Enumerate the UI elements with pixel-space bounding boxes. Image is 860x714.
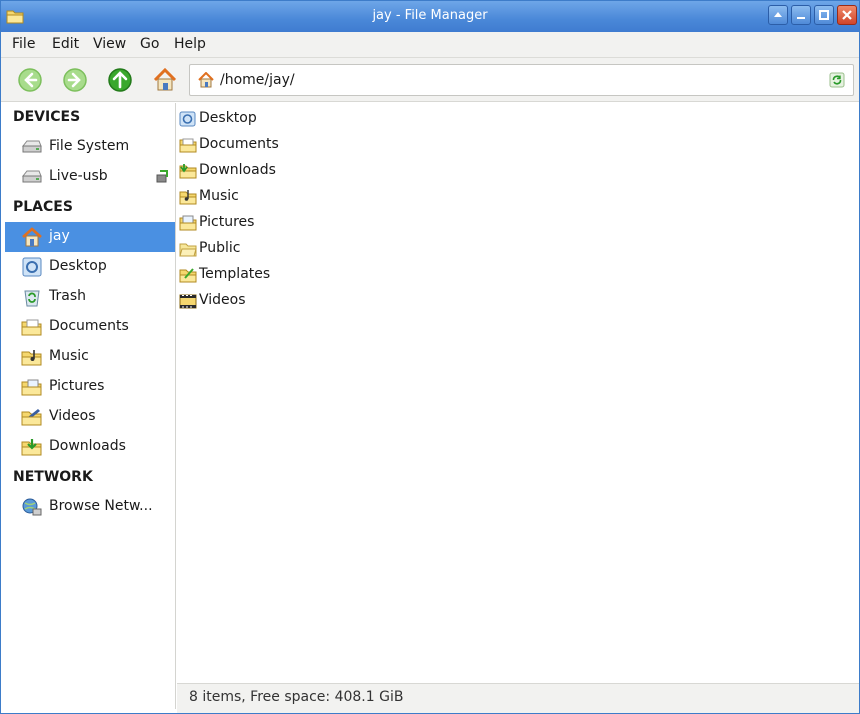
desktop-icon — [179, 111, 196, 127]
sidebar-item-label: jay — [49, 228, 70, 244]
network-header: NETWORK — [13, 469, 93, 485]
sidebar: DEVICES File System Live-usb PLACES jay … — [5, 103, 176, 709]
up-button[interactable] — [107, 67, 133, 93]
file-item-templates[interactable]: Templates — [177, 262, 477, 288]
minimize-button[interactable] — [791, 5, 811, 25]
network-icon — [22, 498, 42, 516]
file-item-label: Music — [199, 188, 239, 204]
status-bar: 8 items, Free space: 408.1 GiB — [177, 683, 859, 713]
arrow-up-icon — [108, 68, 132, 92]
file-item-label: Public — [199, 240, 241, 256]
sidebar-item-label: Trash — [49, 288, 86, 304]
sidebar-item-label: Music — [49, 348, 89, 364]
sidebar-item-label: Pictures — [49, 378, 105, 394]
back-button[interactable] — [17, 67, 43, 93]
toolbar — [1, 58, 859, 102]
documents-folder-icon — [179, 138, 197, 153]
sidebar-item-label: Documents — [49, 318, 129, 334]
file-item-documents[interactable]: Documents — [177, 132, 477, 158]
file-item-label: Downloads — [199, 162, 276, 178]
file-item-music[interactable]: Music — [177, 184, 477, 210]
file-item-public[interactable]: Public — [177, 236, 477, 262]
sidebar-item-label: Videos — [49, 408, 96, 424]
unmount-icon[interactable] — [155, 169, 169, 184]
file-item-downloads[interactable]: Downloads — [177, 158, 477, 184]
places-header: PLACES — [13, 199, 73, 215]
trash-icon — [24, 290, 40, 307]
home-icon — [22, 227, 42, 247]
devices-header: DEVICES — [13, 109, 81, 125]
sidebar-item-browse-network[interactable]: Browse Netw... — [5, 492, 175, 522]
menu-help[interactable]: Help — [174, 36, 206, 52]
sidebar-item-label: File System — [49, 138, 130, 154]
sidebar-item-file-system[interactable]: File System — [5, 132, 175, 162]
sidebar-item-downloads[interactable]: Downloads — [5, 432, 175, 462]
file-item-desktop[interactable]: Desktop — [177, 106, 477, 132]
window-title: jay - File Manager — [372, 8, 488, 23]
maximize-button[interactable] — [814, 5, 834, 25]
sidebar-item-pictures[interactable]: Pictures — [5, 372, 175, 402]
menu-go[interactable]: Go — [140, 36, 159, 52]
file-item-label: Documents — [199, 136, 279, 152]
title-bar[interactable]: jay - File Manager — [1, 1, 859, 32]
sidebar-item-label: Desktop — [49, 258, 107, 274]
menu-edit[interactable]: Edit — [52, 36, 79, 52]
home-icon — [198, 72, 214, 88]
home-icon — [153, 67, 177, 91]
sidebar-item-music[interactable]: Music — [5, 342, 175, 372]
sidebar-item-documents[interactable]: Documents — [5, 312, 175, 342]
status-text: 8 items, Free space: 408.1 GiB — [189, 689, 404, 705]
arrow-left-icon — [18, 68, 42, 92]
videos-folder-icon — [21, 409, 42, 426]
sidebar-item-label: Browse Netw... — [49, 498, 153, 514]
file-item-label: Templates — [199, 266, 271, 282]
menu-bar: File Edit View Go Help — [1, 32, 859, 58]
forward-button[interactable] — [62, 67, 88, 93]
documents-folder-icon — [21, 319, 42, 336]
pictures-folder-icon — [21, 379, 42, 396]
sidebar-item-trash[interactable]: Trash — [5, 282, 175, 312]
downloads-folder-icon — [179, 164, 197, 179]
menu-file[interactable]: File — [12, 36, 35, 52]
drive-icon — [21, 140, 42, 153]
file-item-videos[interactable]: Videos — [177, 288, 477, 314]
menu-view[interactable]: View — [93, 36, 126, 52]
videos-folder-icon — [179, 294, 197, 309]
sidebar-item-label: Downloads — [49, 438, 126, 454]
reload-icon[interactable] — [829, 72, 845, 88]
sidebar-item-live-usb[interactable]: Live-usb — [5, 162, 175, 192]
location-bar — [189, 64, 854, 96]
pictures-folder-icon — [179, 215, 197, 231]
file-item-label: Desktop — [199, 110, 257, 126]
file-item-pictures[interactable]: Pictures — [177, 210, 477, 236]
templates-folder-icon — [179, 268, 197, 283]
sidebar-item-videos[interactable]: Videos — [5, 402, 175, 432]
path-input[interactable] — [220, 69, 820, 91]
downloads-folder-icon — [21, 439, 42, 456]
desktop-icon — [22, 257, 42, 277]
sidebar-item-jay[interactable]: jay — [5, 222, 175, 252]
arrow-right-icon — [63, 68, 87, 92]
file-list: Desktop Documents Downloads Music Pictur… — [177, 103, 859, 683]
sidebar-item-label: Live-usb — [49, 168, 108, 184]
home-button[interactable] — [152, 67, 178, 93]
file-item-label: Pictures — [199, 214, 255, 230]
shade-button[interactable] — [768, 5, 788, 25]
file-manager-window: jay - File Manager File Edit View Go Hel… — [0, 0, 860, 714]
usb-drive-icon — [21, 170, 42, 183]
music-folder-icon — [21, 350, 42, 366]
close-button[interactable] — [837, 5, 857, 25]
sidebar-item-desktop[interactable]: Desktop — [5, 252, 175, 282]
public-folder-icon — [179, 243, 197, 257]
file-item-label: Videos — [199, 292, 246, 308]
music-folder-icon — [179, 190, 197, 205]
